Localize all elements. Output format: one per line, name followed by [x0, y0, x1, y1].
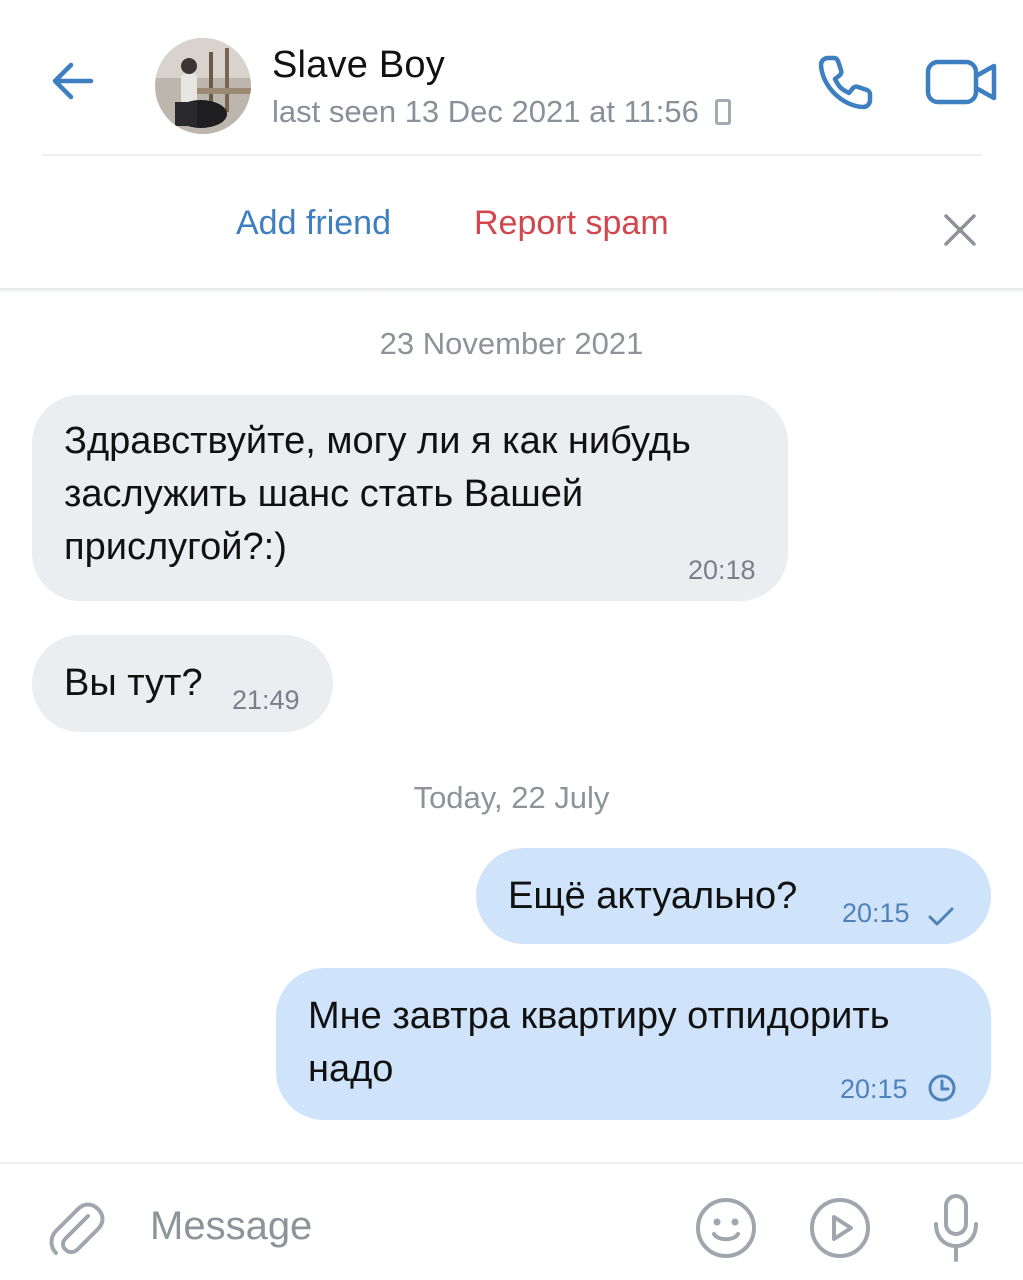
- message-input[interactable]: [150, 1194, 670, 1258]
- checkmark-icon: [928, 907, 954, 926]
- date-separator: 23 November 2021: [379, 326, 644, 361]
- dismiss-action-bar-button[interactable]: [934, 204, 986, 256]
- add-friend-button[interactable]: Add friend: [236, 204, 391, 243]
- attach-button[interactable]: [40, 1194, 112, 1266]
- video-message-button[interactable]: [804, 1192, 876, 1264]
- avatar[interactable]: [155, 38, 251, 134]
- outgoing-message[interactable]: Мне завтра квартиру отпидорить надо 20:1…: [276, 968, 991, 1120]
- play-circle-icon: [810, 1198, 870, 1258]
- outgoing-message[interactable]: Ещё актуально? 20:15: [476, 848, 991, 944]
- message-text: Ещё актуально?: [508, 875, 798, 917]
- video-camera-icon: [925, 59, 997, 105]
- arrow-left-icon: [52, 62, 94, 100]
- action-bar-shadow: [0, 288, 1023, 293]
- last-seen-status: last seen 13 Dec 2021 at 11:56: [272, 94, 731, 130]
- message-time: 20:18: [688, 555, 756, 585]
- message-text: Здравствуйте, могу ли я как нибудь заслу…: [64, 420, 691, 568]
- paperclip-icon: [49, 1202, 105, 1255]
- incoming-message[interactable]: Вы тут? 21:49: [32, 635, 333, 732]
- contact-action-bar: Add friend Report spam: [0, 156, 1023, 290]
- video-call-button[interactable]: [920, 46, 1004, 118]
- close-icon: [944, 214, 976, 246]
- clock-icon: [928, 1074, 956, 1102]
- date-separator: Today, 22 July: [413, 780, 610, 815]
- call-button[interactable]: [810, 46, 882, 118]
- microphone-icon: [934, 1194, 978, 1262]
- chat-header: Slave Boy last seen 13 Dec 2021 at 11:56: [0, 0, 1023, 156]
- back-button[interactable]: [40, 48, 106, 114]
- voice-message-button[interactable]: [920, 1188, 992, 1268]
- emoji-button[interactable]: [690, 1192, 762, 1264]
- message-composer: [0, 1164, 1023, 1280]
- message-text: Мне завтра квартиру отпидорить надо: [308, 995, 890, 1090]
- contact-name[interactable]: Slave Boy: [272, 44, 445, 87]
- message-time: 20:15: [840, 1074, 908, 1104]
- message-text: Вы тут?: [64, 662, 203, 704]
- report-spam-button[interactable]: Report spam: [474, 204, 669, 243]
- phone-icon: [818, 55, 873, 110]
- smiley-icon: [696, 1198, 756, 1258]
- message-time: 20:15: [842, 898, 910, 928]
- message-time: 21:49: [232, 685, 300, 715]
- last-seen-text: last seen 13 Dec 2021 at 11:56: [272, 94, 699, 129]
- mobile-device-icon: [714, 99, 731, 125]
- incoming-message[interactable]: Здравствуйте, могу ли я как нибудь заслу…: [32, 395, 788, 601]
